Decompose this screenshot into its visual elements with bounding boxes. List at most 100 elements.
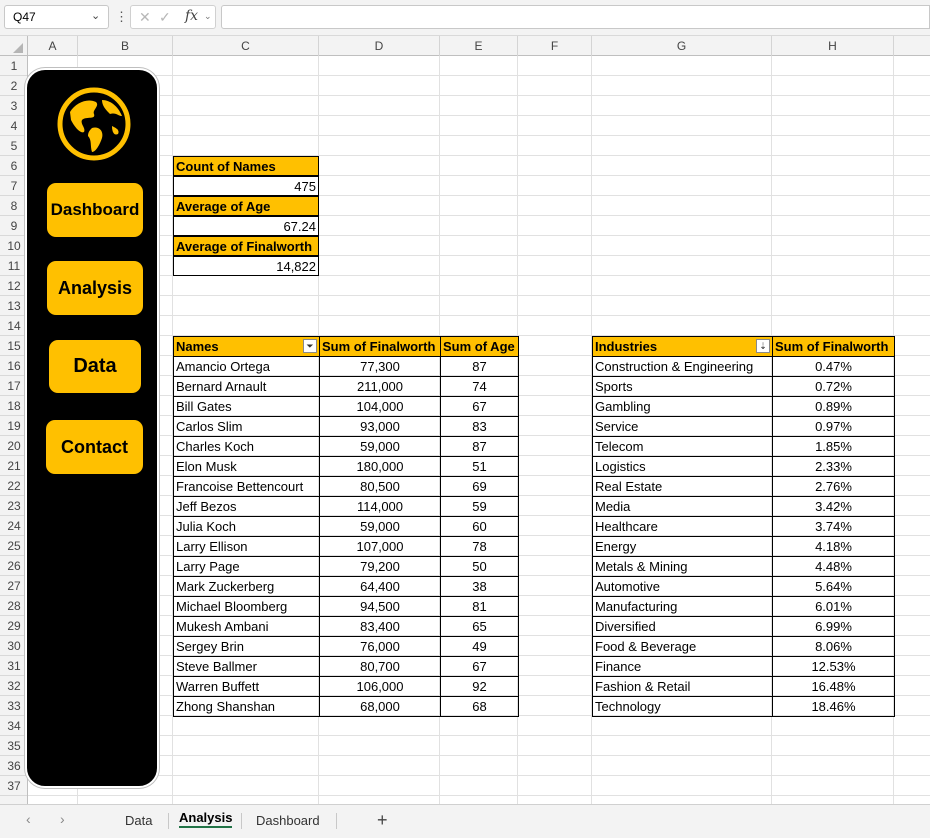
sort-icon[interactable]: ⇣ <box>756 339 770 353</box>
row-header[interactable]: 9 <box>0 216 27 236</box>
sheet-tab-data[interactable]: Data <box>125 813 152 828</box>
filter-icon[interactable]: ⏷ <box>303 339 317 353</box>
industry-share-cell[interactable]: 16.48% <box>772 676 895 697</box>
row-header[interactable]: 20 <box>0 436 27 456</box>
industry-share-cell[interactable]: 6.01% <box>772 596 895 617</box>
industry-name-cell[interactable]: Food & Beverage <box>592 636 773 657</box>
industries-header[interactable]: Industries ⇣ <box>592 336 773 357</box>
confirm-icon[interactable]: ✓ <box>159 9 171 26</box>
industry-name-cell[interactable]: Gambling <box>592 396 773 417</box>
age-cell[interactable]: 87 <box>440 356 519 377</box>
industry-share-cell[interactable]: 6.99% <box>772 616 895 637</box>
age-cell[interactable]: 74 <box>440 376 519 397</box>
average-finalworth-label[interactable]: Average of Finalworth <box>173 236 319 256</box>
industry-share-cell[interactable]: 2.33% <box>772 456 895 477</box>
dashboard-nav-button[interactable]: Dashboard <box>47 183 143 237</box>
industry-name-cell[interactable]: Telecom <box>592 436 773 457</box>
column-header-e[interactable]: E <box>440 36 518 56</box>
add-sheet-icon[interactable]: + <box>377 810 388 831</box>
age-cell[interactable]: 67 <box>440 396 519 417</box>
sheet-tab-analysis[interactable]: Analysis <box>179 810 233 828</box>
industry-name-cell[interactable]: Service <box>592 416 773 437</box>
industry-name-cell[interactable]: Diversified <box>592 616 773 637</box>
industry-name-cell[interactable]: Metals & Mining <box>592 556 773 577</box>
column-header-f[interactable]: F <box>518 36 592 56</box>
row-header[interactable]: 28 <box>0 596 27 616</box>
row-header[interactable]: 34 <box>0 716 27 736</box>
person-name-cell[interactable]: Steve Ballmer <box>173 656 320 677</box>
person-name-cell[interactable]: Julia Koch <box>173 516 320 537</box>
person-name-cell[interactable]: Warren Buffett <box>173 676 320 697</box>
finalworth-cell[interactable]: 68,000 <box>319 696 441 717</box>
person-name-cell[interactable]: Amancio Ortega <box>173 356 320 377</box>
row-header[interactable]: 3 <box>0 96 27 116</box>
finalworth-cell[interactable]: 93,000 <box>319 416 441 437</box>
row-header[interactable]: 6 <box>0 156 27 176</box>
contact-nav-button[interactable]: Contact <box>46 420 143 474</box>
age-cell[interactable]: 51 <box>440 456 519 477</box>
row-header[interactable]: 12 <box>0 276 27 296</box>
row-header[interactable]: 21 <box>0 456 27 476</box>
row-header[interactable]: 18 <box>0 396 27 416</box>
row-header[interactable]: 1 <box>0 56 27 76</box>
industry-share-cell[interactable]: 3.74% <box>772 516 895 537</box>
finalworth-cell[interactable]: 114,000 <box>319 496 441 517</box>
finalworth-cell[interactable]: 211,000 <box>319 376 441 397</box>
column-header-h[interactable]: H <box>772 36 894 56</box>
person-name-cell[interactable]: Zhong Shanshan <box>173 696 320 717</box>
row-header[interactable]: 10 <box>0 236 27 256</box>
row-header[interactable]: 7 <box>0 176 27 196</box>
person-name-cell[interactable]: Carlos Slim <box>173 416 320 437</box>
row-header[interactable]: 23 <box>0 496 27 516</box>
finalworth-cell[interactable]: 83,400 <box>319 616 441 637</box>
person-name-cell[interactable]: Mark Zuckerberg <box>173 576 320 597</box>
industry-name-cell[interactable]: Manufacturing <box>592 596 773 617</box>
row-header[interactable]: 17 <box>0 376 27 396</box>
row-header[interactable]: 36 <box>0 756 27 776</box>
age-cell[interactable]: 78 <box>440 536 519 557</box>
industry-share-cell[interactable]: 5.64% <box>772 576 895 597</box>
analysis-nav-button[interactable]: Analysis <box>47 261 143 315</box>
person-name-cell[interactable]: Bernard Arnault <box>173 376 320 397</box>
cancel-icon[interactable]: ✕ <box>139 9 151 26</box>
row-header[interactable]: 37 <box>0 776 27 796</box>
row-header[interactable]: 22 <box>0 476 27 496</box>
finalworth-cell[interactable]: 180,000 <box>319 456 441 477</box>
age-cell[interactable]: 67 <box>440 656 519 677</box>
finalworth-cell[interactable]: 106,000 <box>319 676 441 697</box>
column-header-b[interactable]: B <box>78 36 173 56</box>
row-header[interactable]: 33 <box>0 696 27 716</box>
age-cell[interactable]: 49 <box>440 636 519 657</box>
row-header[interactable]: 8 <box>0 196 27 216</box>
column-header-g[interactable]: G <box>592 36 772 56</box>
finalworth-cell[interactable]: 76,000 <box>319 636 441 657</box>
person-name-cell[interactable]: Larry Ellison <box>173 536 320 557</box>
next-sheet-icon[interactable]: › <box>60 811 65 827</box>
industry-name-cell[interactable]: Automotive <box>592 576 773 597</box>
industry-share-cell[interactable]: 3.42% <box>772 496 895 517</box>
previous-sheet-icon[interactable]: ‹ <box>26 811 31 827</box>
age-cell[interactable]: 87 <box>440 436 519 457</box>
row-header[interactable]: 29 <box>0 616 27 636</box>
person-name-cell[interactable]: Michael Bloomberg <box>173 596 320 617</box>
industry-share-cell[interactable]: 8.06% <box>772 636 895 657</box>
column-header-a[interactable]: A <box>28 36 78 56</box>
data-nav-button[interactable]: Data <box>49 340 141 393</box>
row-header[interactable]: 32 <box>0 676 27 696</box>
row-header[interactable]: 16 <box>0 356 27 376</box>
average-age-label[interactable]: Average of Age <box>173 196 319 216</box>
industry-name-cell[interactable]: Media <box>592 496 773 517</box>
industry-name-cell[interactable]: Real Estate <box>592 476 773 497</box>
industry-name-cell[interactable]: Fashion & Retail <box>592 676 773 697</box>
industry-share-cell[interactable]: 0.72% <box>772 376 895 397</box>
finalworth-cell[interactable]: 94,500 <box>319 596 441 617</box>
row-header[interactable]: 31 <box>0 656 27 676</box>
industry-finalworth-header[interactable]: Sum of Finalworth <box>772 336 895 357</box>
chevron-down-icon[interactable]: ⌄ <box>204 11 212 22</box>
average-age-value[interactable]: 67.24 <box>173 216 319 236</box>
industry-share-cell[interactable]: 0.47% <box>772 356 895 377</box>
sheet-tab-dashboard[interactable]: Dashboard <box>256 813 320 828</box>
names-header[interactable]: Names ⏷ <box>173 336 320 357</box>
industry-share-cell[interactable]: 12.53% <box>772 656 895 677</box>
row-header[interactable]: 30 <box>0 636 27 656</box>
